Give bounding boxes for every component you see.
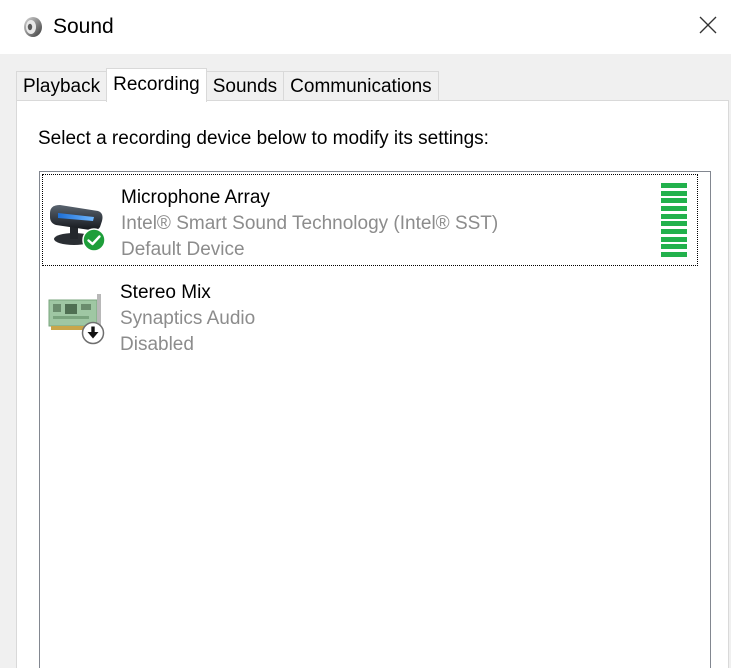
level-segment	[661, 236, 687, 242]
device-item-microphone-array[interactable]: Microphone Array Intel® Smart Sound Tech…	[42, 174, 698, 266]
tab-communications[interactable]: Communications	[283, 71, 439, 101]
default-check-icon	[82, 228, 106, 252]
tab-strip: Playback Recording Sounds Communications	[16, 68, 439, 102]
level-segment	[661, 221, 687, 227]
close-button[interactable]	[685, 0, 731, 54]
device-description: Intel® Smart Sound Technology (Intel® SS…	[121, 213, 499, 234]
level-segment	[661, 228, 687, 234]
level-segment	[661, 213, 687, 219]
tab-playback[interactable]: Playback	[16, 71, 108, 101]
device-status: Default Device	[121, 239, 245, 260]
close-icon	[699, 16, 717, 39]
level-segment	[661, 251, 687, 257]
dialog-client-area: Playback Recording Sounds Communications…	[0, 54, 731, 668]
title-bar[interactable]: Sound	[0, 0, 731, 54]
window-title: Sound	[53, 15, 114, 38]
recording-device-list[interactable]: Microphone Array Intel® Smart Sound Tech…	[39, 171, 711, 668]
level-segment	[661, 190, 687, 196]
tab-recording[interactable]: Recording	[106, 68, 207, 102]
device-item-stereo-mix[interactable]: Stereo Mix Synaptics Audio Disabled	[42, 270, 698, 362]
device-status: Disabled	[120, 334, 194, 355]
level-segment	[661, 198, 687, 204]
tab-sounds[interactable]: Sounds	[205, 71, 285, 101]
recording-tab-panel: Select a recording device below to modif…	[16, 100, 729, 668]
level-segment	[661, 244, 687, 250]
device-name: Stereo Mix	[120, 282, 211, 303]
input-level-meter	[661, 183, 687, 257]
speaker-icon	[20, 15, 44, 39]
instruction-text: Select a recording device below to modif…	[38, 128, 489, 149]
device-description: Synaptics Audio	[120, 308, 256, 329]
device-name: Microphone Array	[121, 187, 270, 208]
level-segment	[661, 183, 687, 188]
disabled-arrow-icon	[81, 321, 105, 345]
sound-dialog: Sound Playback Recording Sounds Communic…	[0, 0, 731, 668]
level-segment	[661, 205, 687, 211]
